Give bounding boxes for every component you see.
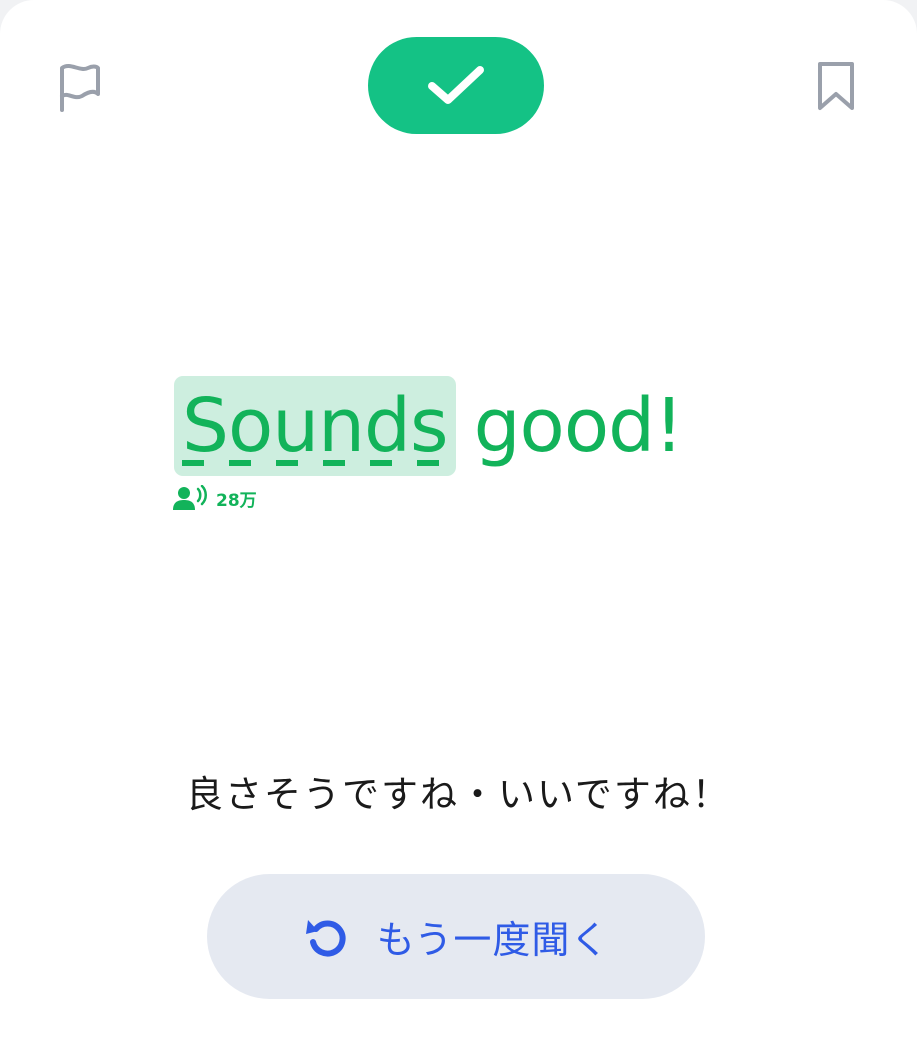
flag-icon xyxy=(60,64,100,112)
report-flag-button[interactable] xyxy=(46,54,110,118)
correct-answer-indicator xyxy=(368,37,544,134)
bookmark-button[interactable] xyxy=(804,54,868,118)
replay-icon xyxy=(305,919,346,956)
japanese-translation: 良さそうですね・いいですね！ xyxy=(186,773,731,816)
replay-button[interactable]: もう一度聞く xyxy=(207,874,705,999)
checkmark-icon xyxy=(428,65,484,104)
lesson-card: Sounds good! 28万 良さそうですね・いいですね！ もう一度聞く xyxy=(0,0,917,1040)
listener-icon xyxy=(173,485,207,510)
bookmark-icon xyxy=(818,62,854,110)
listen-count: 28万 xyxy=(172,484,257,512)
pronunciation-underline xyxy=(182,460,448,466)
replay-button-label: もう一度聞く xyxy=(376,918,610,962)
english-phrase: Sounds good! xyxy=(174,376,684,476)
phrase-rest-text: good! xyxy=(473,383,684,469)
listen-count-text: 28万 xyxy=(216,490,257,511)
highlighted-word[interactable]: Sounds xyxy=(174,376,456,476)
